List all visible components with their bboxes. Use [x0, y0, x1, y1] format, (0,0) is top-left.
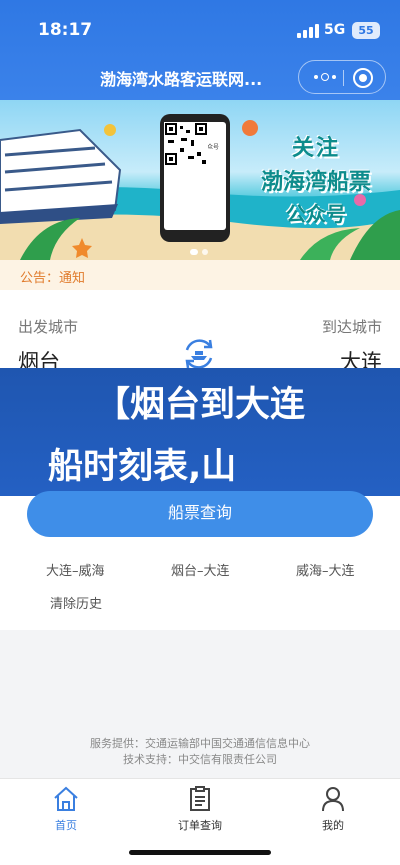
banner-headline: 关注 渤海湾船票 公众号 — [256, 130, 376, 227]
tech-support: 技术支持：中交信有限责任公司 — [123, 753, 277, 766]
status-bar: 18:17 5G 55 — [0, 0, 400, 54]
signal-icon — [297, 24, 319, 38]
banner-line-3: 公众号 — [286, 202, 346, 226]
phone-screen: 渤海湾船票公众号 — [164, 122, 226, 230]
overlay-line-2: 船时刻表,山 — [48, 447, 237, 487]
ticket-query-button[interactable]: 船票查询 — [27, 491, 373, 537]
notice-text: 公告：通知 — [20, 271, 86, 286]
order-icon — [190, 786, 210, 811]
banner-line-2: 渤海湾船票 — [260, 170, 371, 195]
arrival-label: 到达城市 — [321, 318, 382, 336]
close-mini-program-icon[interactable] — [353, 68, 373, 88]
user-icon — [322, 787, 344, 812]
tab-home-label: 首页 — [55, 819, 77, 832]
tab-orders-label: 订单查询 — [178, 819, 222, 832]
battery-icon: 55 — [352, 22, 380, 39]
status-time: 18:17 — [38, 20, 93, 40]
more-menu-icon[interactable] — [309, 61, 341, 93]
network-label: 5G — [324, 22, 346, 38]
tab-profile[interactable]: 我的 — [293, 785, 373, 833]
mini-program-capsule — [298, 60, 386, 94]
phone-illustration: 渤海湾船票公众号 — [160, 114, 230, 242]
nav-bar: 渤海湾水路客运联网... — [0, 54, 400, 100]
tab-orders[interactable]: 订单查询 — [160, 785, 240, 833]
departure-label: 出发城市 — [18, 318, 79, 336]
promo-banner[interactable]: 渤海湾船票公众号 关注 渤海湾船票 公众号 — [0, 100, 400, 260]
banner-line-1: 关注 — [291, 136, 340, 161]
home-icon — [54, 786, 78, 811]
service-provider: 服务提供：交通运输部中国交通通信信息中心 — [90, 737, 310, 750]
carousel-dots — [190, 240, 212, 259]
history-item[interactable]: 大连–威海 — [46, 560, 105, 579]
history-item[interactable]: 烟台–大连 — [171, 560, 230, 579]
tab-home[interactable]: 首页 — [26, 785, 106, 833]
notice-bar[interactable]: 公告：通知 — [0, 260, 400, 290]
qr-code-icon — [164, 122, 208, 166]
page-title: 渤海湾水路客运联网... — [100, 70, 263, 89]
capsule-divider — [343, 70, 344, 86]
overlay-headline: 【烟台到大连 船时刻表,山 — [0, 368, 400, 496]
clear-history-link[interactable]: 清除历史 — [50, 593, 102, 612]
history-item[interactable]: 威海–大连 — [296, 560, 355, 579]
overlay-line-1: 【烟台到大连 — [94, 385, 305, 425]
footer-info: 服务提供：交通运输部中国交通通信信息中心 技术支持：中交信有限责任公司 — [0, 736, 400, 768]
home-indicator — [129, 850, 271, 855]
tab-profile-label: 我的 — [322, 819, 344, 832]
